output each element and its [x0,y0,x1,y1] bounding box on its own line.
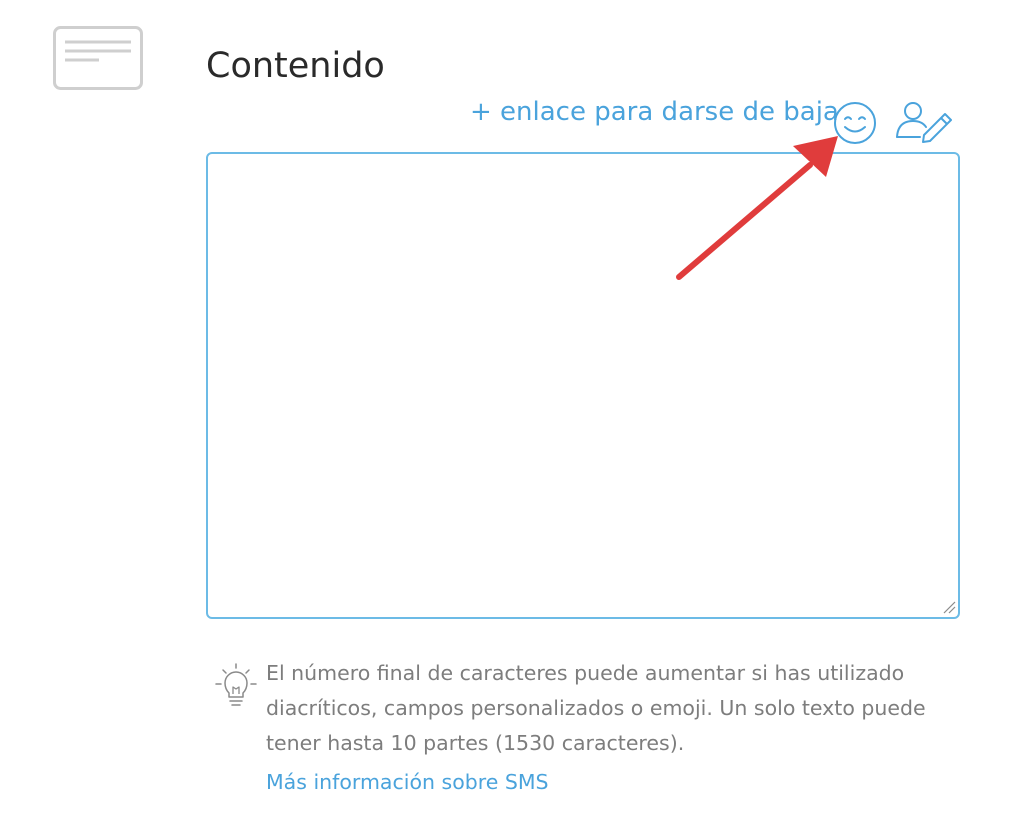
hint-text: El número final de caracteres puede aume… [266,661,926,755]
user-pencil-icon[interactable] [894,99,956,143]
unsubscribe-link[interactable]: + enlace para darse de baja [470,94,839,130]
resize-handle-icon[interactable] [942,600,956,614]
lightbulb-icon [215,663,257,706]
content-textarea[interactable] [206,152,960,619]
smiley-face-icon[interactable] [830,100,880,146]
section-title: Contenido [206,46,385,86]
document-lines-icon [53,26,143,90]
more-info-sms-link[interactable]: Más información sobre SMS [266,765,549,799]
